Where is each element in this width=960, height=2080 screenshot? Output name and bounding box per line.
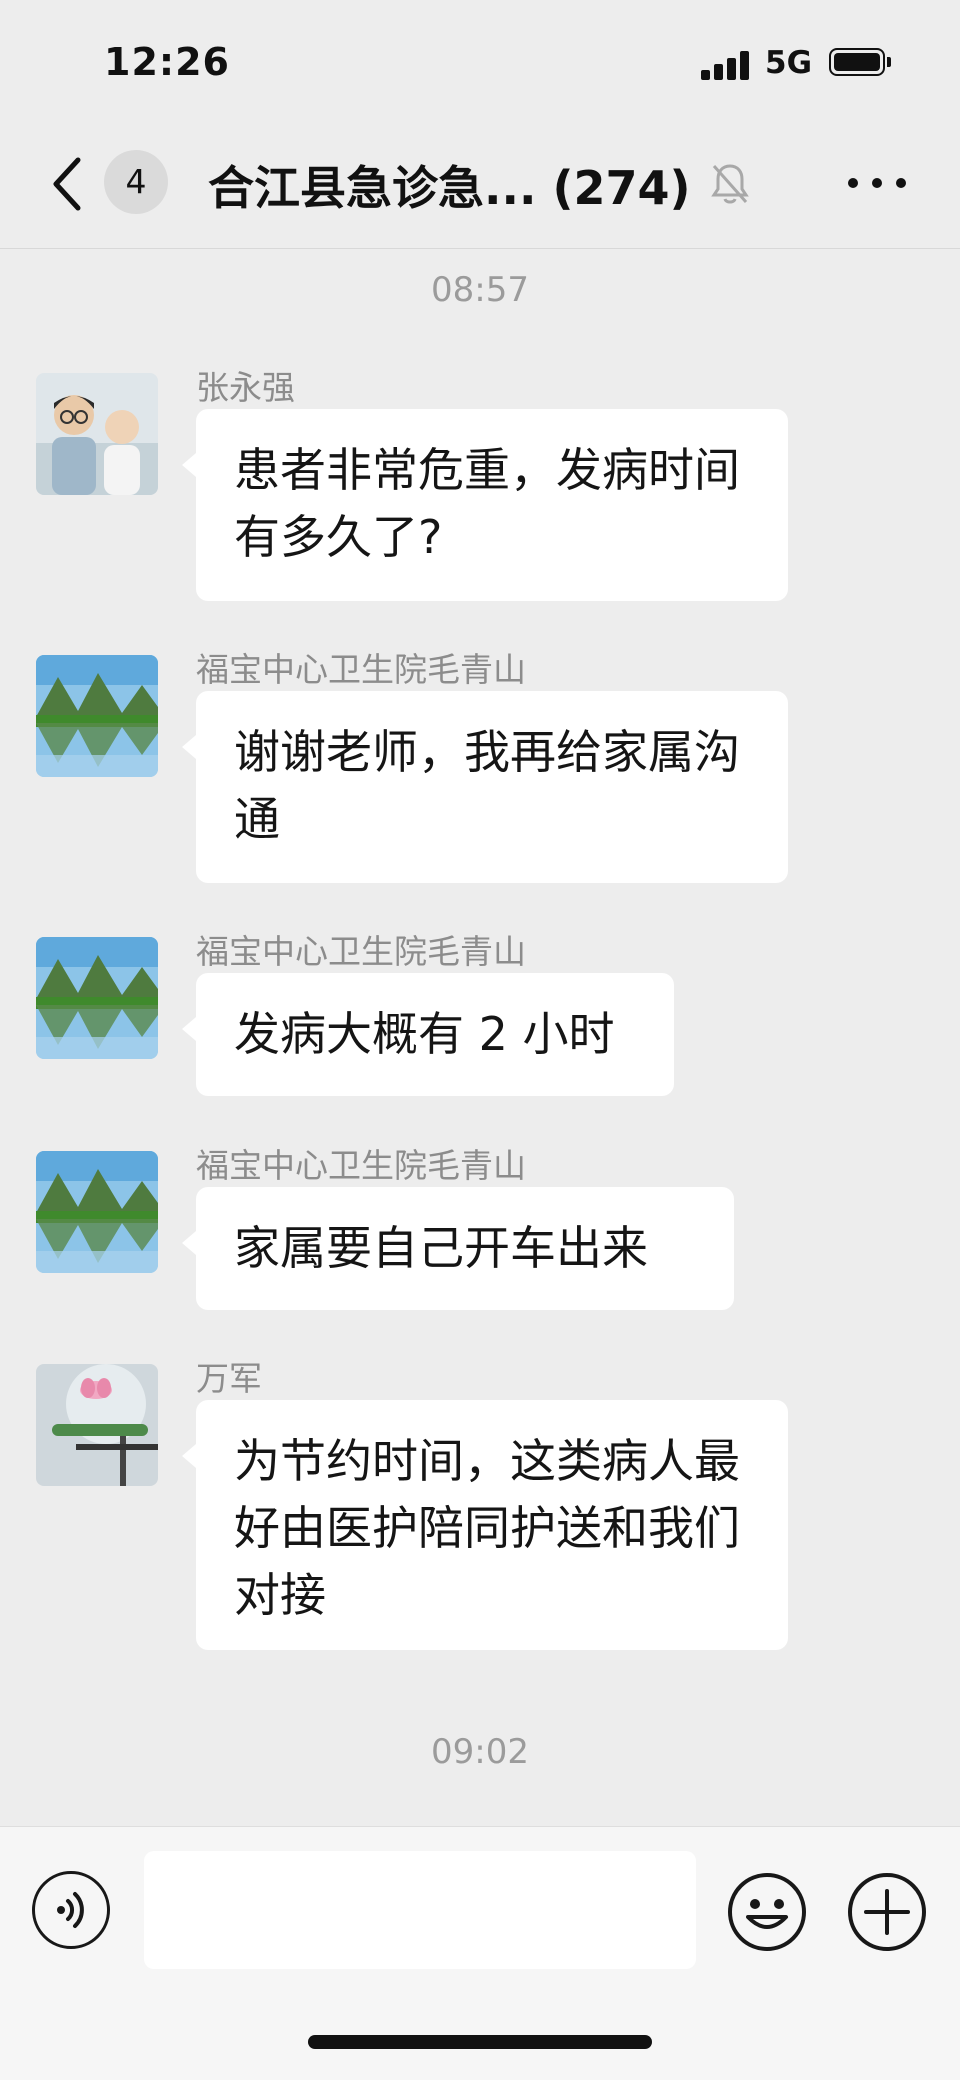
avatar[interactable] xyxy=(36,1364,158,1486)
voice-input-button[interactable] xyxy=(32,1871,110,1949)
chat-title[interactable]: 合江县急诊急... (274) xyxy=(208,152,691,218)
sender-name: 万军 xyxy=(196,1359,262,1398)
status-time: 12:26 xyxy=(104,40,230,84)
chat-timestamp: 08:57 xyxy=(431,270,529,310)
sender-name: 张永强 xyxy=(196,368,295,407)
sender-name: 福宝中心卫生院毛青山 xyxy=(196,1146,526,1185)
chat-timestamp: 09:02 xyxy=(431,1732,529,1772)
message-input[interactable] xyxy=(144,1851,696,1969)
cellular-signal-icon xyxy=(701,50,751,80)
message-bubble[interactable]: 为节约时间，这类病人最好由医护陪同护送和我们对接 xyxy=(182,1400,788,1650)
chat-header: 4 合江县急诊急... (274) xyxy=(0,120,960,249)
avatar[interactable] xyxy=(36,373,158,495)
emoji-icon xyxy=(728,1873,806,1951)
message-bubble[interactable]: 患者非常危重，发病时间有多久了? xyxy=(182,409,788,601)
back-button[interactable] xyxy=(48,156,88,212)
home-indicator[interactable] xyxy=(308,2035,652,2049)
voice-input-icon xyxy=(57,1892,84,1928)
sender-name: 福宝中心卫生院毛青山 xyxy=(196,650,526,689)
chevron-left-icon xyxy=(53,157,81,211)
more-functions-button[interactable] xyxy=(846,1871,928,1953)
message-bubble[interactable]: 发病大概有 2 小时 xyxy=(182,973,674,1096)
avatar[interactable] xyxy=(36,937,158,1059)
unread-count-badge[interactable]: 4 xyxy=(104,150,168,214)
network-type: 5G xyxy=(765,45,813,81)
status-bar: 12:26 5G xyxy=(0,0,960,120)
battery-full-icon xyxy=(829,48,891,78)
message-bubble[interactable]: 谢谢老师，我再给家属沟通 xyxy=(182,691,788,883)
sender-name: 福宝中心卫生院毛青山 xyxy=(196,932,526,971)
avatar[interactable] xyxy=(36,655,158,777)
bell-muted-icon xyxy=(710,162,750,206)
plus-circle-icon xyxy=(848,1873,926,1951)
avatar[interactable] xyxy=(36,1151,158,1273)
more-options-button[interactable] xyxy=(848,164,906,204)
message-bubble[interactable]: 家属要自己开车出来 xyxy=(182,1187,734,1310)
emoji-button[interactable] xyxy=(726,1871,808,1953)
